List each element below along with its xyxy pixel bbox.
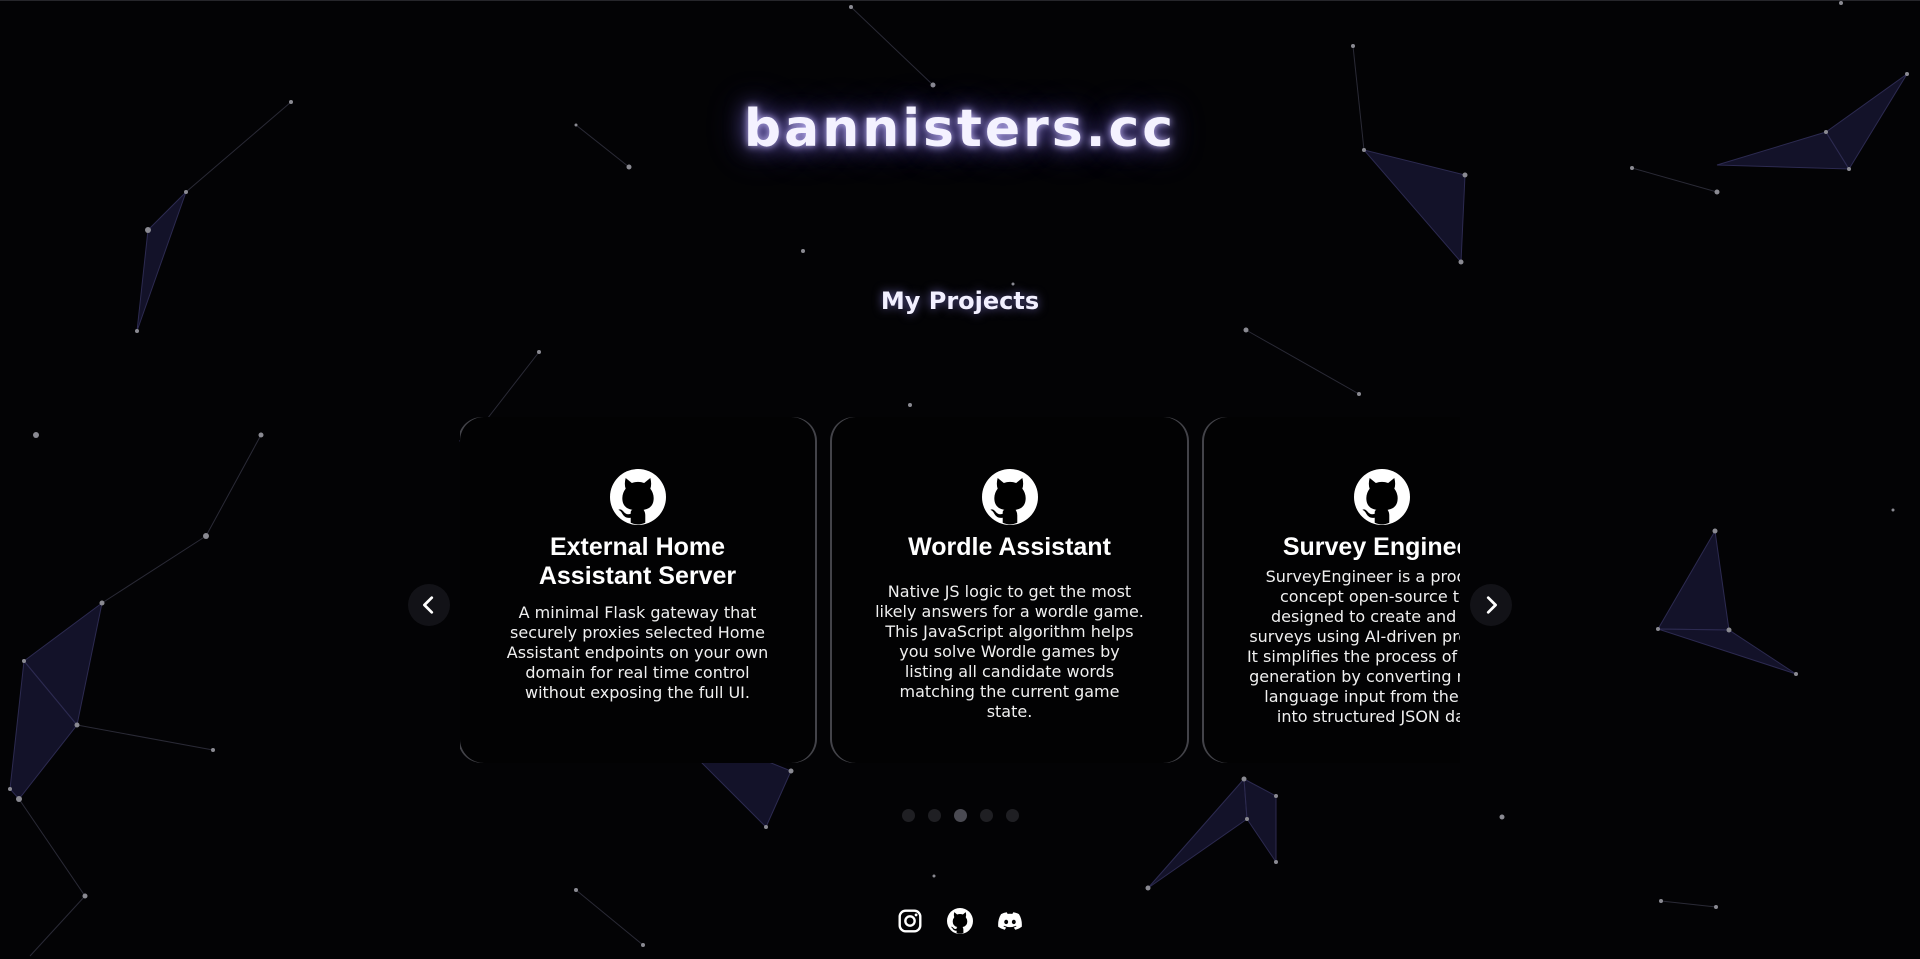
chevron-right-icon xyxy=(1486,596,1497,614)
github-link[interactable] xyxy=(946,907,974,935)
discord-link[interactable] xyxy=(996,907,1024,935)
project-card[interactable]: External Home Assistant Server A minimal… xyxy=(460,417,815,763)
pagination-dot[interactable] xyxy=(979,809,993,822)
site-title: bannisters.cc xyxy=(743,99,1177,159)
project-card-description: SurveyEngineer is a proof-of-concept ope… xyxy=(1246,567,1460,726)
social-links xyxy=(0,907,1920,935)
project-card[interactable]: Wordle Assistant Native JS logic to get … xyxy=(832,417,1187,763)
discord-icon xyxy=(998,912,1022,930)
project-card-title: External Home Assistant Server xyxy=(538,533,737,590)
pagination-dot[interactable] xyxy=(901,809,915,822)
carousel-next-button[interactable] xyxy=(1470,584,1512,626)
pagination-dot[interactable] xyxy=(927,809,941,822)
projects-heading: My Projects xyxy=(880,287,1040,315)
project-card-description: A minimal Flask gateway that securely pr… xyxy=(506,603,769,702)
chevron-left-icon xyxy=(423,596,434,614)
carousel-pagination xyxy=(0,809,1920,822)
project-card-title: Wordle Assistant xyxy=(908,533,1111,561)
instagram-icon xyxy=(898,909,922,933)
pagination-dot[interactable] xyxy=(1005,809,1019,822)
project-card[interactable]: Survey Engineer SurveyEngineer is a proo… xyxy=(1204,417,1460,763)
carousel-prev-button[interactable] xyxy=(408,584,450,626)
projects-carousel: External Home Assistant Server A minimal… xyxy=(405,414,1515,766)
carousel-viewport: External Home Assistant Server A minimal… xyxy=(460,414,1460,766)
github-icon[interactable] xyxy=(609,469,666,525)
project-card-title: Survey Engineer xyxy=(1282,533,1460,561)
instagram-link[interactable] xyxy=(896,907,924,935)
github-icon xyxy=(947,908,973,934)
project-card-description: Native JS logic to get the most likely a… xyxy=(875,582,1144,721)
pagination-dot-active[interactable] xyxy=(953,809,967,822)
github-icon[interactable] xyxy=(981,469,1038,525)
github-icon[interactable] xyxy=(1353,469,1410,525)
